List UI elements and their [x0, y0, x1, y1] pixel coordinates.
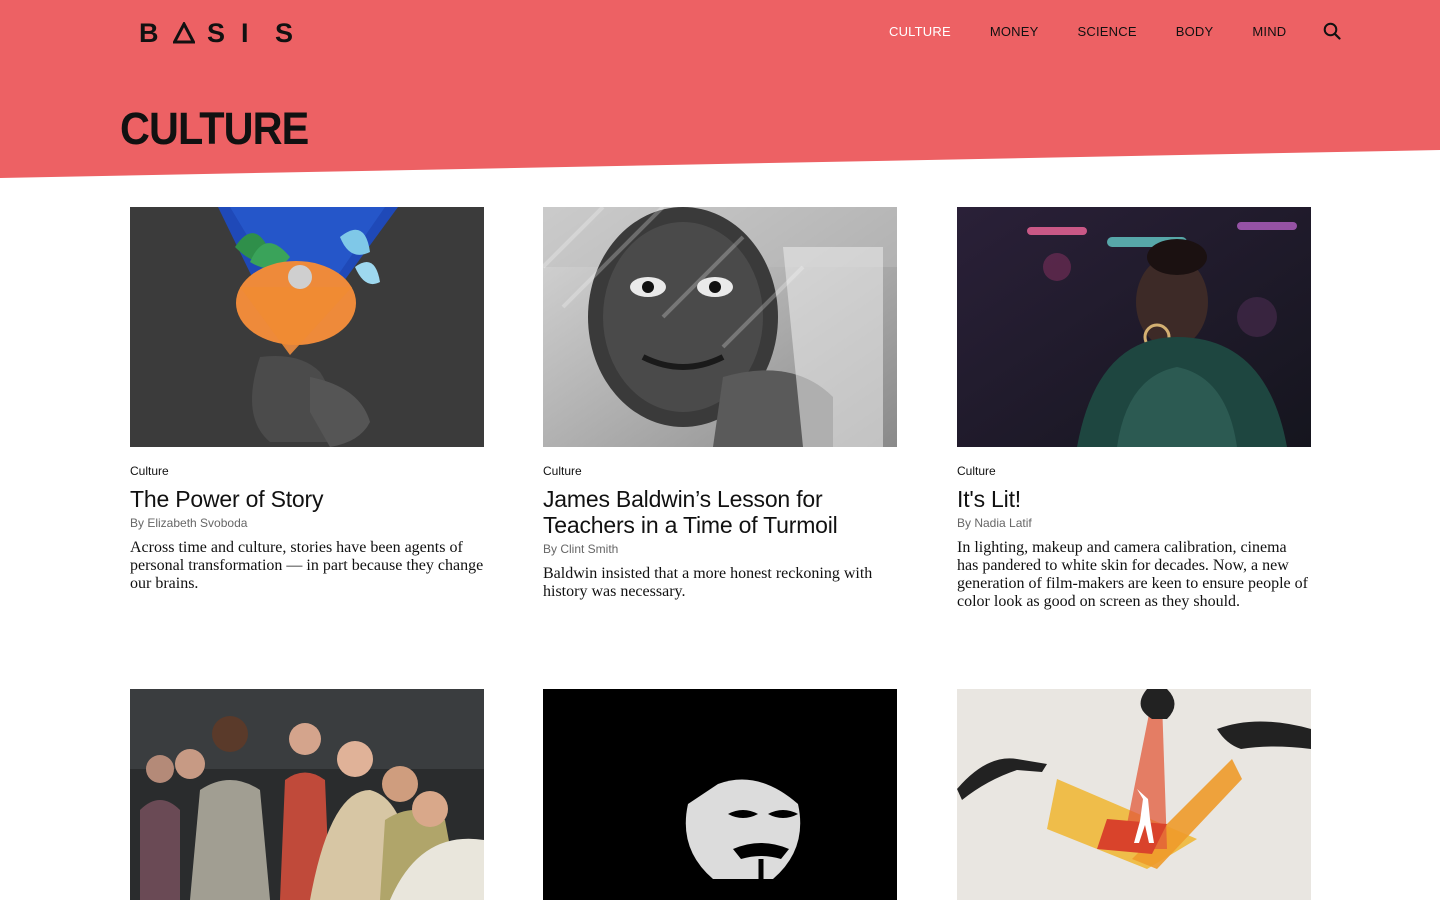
article-byline: By Elizabeth Svoboda: [130, 516, 248, 530]
article-excerpt: Baldwin insisted that a more honest reck…: [543, 565, 873, 600]
article-title[interactable]: The Power of Story: [130, 486, 484, 512]
article-byline: By Clint Smith: [543, 542, 619, 556]
article-title[interactable]: It's Lit!: [957, 486, 1311, 512]
article-card: [543, 689, 897, 900]
article-title-link[interactable]: It's Lit!: [957, 486, 1021, 512]
article-title[interactable]: James Baldwin’s Lesson for Teachers in a…: [543, 486, 897, 538]
article-title-link[interactable]: The Power of Story: [130, 486, 323, 512]
article-card: [957, 689, 1311, 900]
page-title: CULTURE: [120, 103, 309, 154]
article-card: Culture James Baldwin’s Lesson for Teach…: [543, 207, 897, 601]
article-card: Culture It's Lit! By Nadia Latif In ligh…: [957, 207, 1311, 611]
logo-letter: B: [139, 17, 159, 48]
article-category[interactable]: Culture: [543, 464, 897, 478]
triangle-logo-icon: [173, 18, 207, 48]
article-image[interactable]: [130, 207, 484, 447]
article-excerpt: In lighting, makeup and camera calibrati…: [957, 539, 1308, 610]
article-image[interactable]: [957, 207, 1311, 447]
article-image[interactable]: [543, 207, 897, 447]
search-icon[interactable]: [1323, 22, 1342, 40]
basis-logo[interactable]: B S I S: [139, 18, 309, 48]
article-image[interactable]: [543, 689, 897, 900]
article-image[interactable]: [130, 689, 484, 900]
article-category[interactable]: Culture: [957, 464, 1311, 478]
nav-item-money[interactable]: MONEY: [990, 24, 1039, 39]
logo-letter: S: [207, 17, 226, 48]
article-card: [130, 689, 484, 900]
logo-letter: S: [275, 17, 294, 48]
main-nav: CULTURE MONEY SCIENCE BODY MIND: [889, 22, 1342, 40]
nav-item-mind[interactable]: MIND: [1252, 24, 1286, 39]
article-title-link[interactable]: James Baldwin’s Lesson for Teachers in a…: [543, 486, 838, 538]
article-byline: By Nadia Latif: [957, 516, 1032, 530]
article-image[interactable]: [957, 689, 1311, 900]
nav-item-body[interactable]: BODY: [1176, 24, 1214, 39]
logo-letter: I: [241, 17, 249, 48]
article-card: Culture The Power of Story By Elizabeth …: [130, 207, 484, 593]
article-excerpt: Across time and culture, stories have be…: [130, 539, 484, 592]
nav-item-culture[interactable]: CULTURE: [889, 24, 951, 39]
article-category[interactable]: Culture: [130, 464, 484, 478]
nav-item-science[interactable]: SCIENCE: [1078, 24, 1137, 39]
